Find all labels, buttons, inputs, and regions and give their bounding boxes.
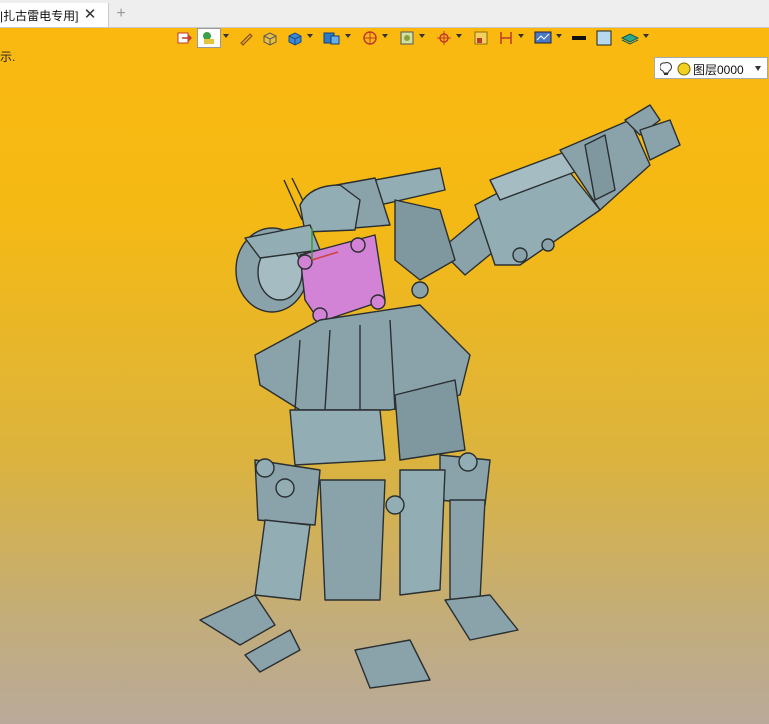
close-tab-icon[interactable]: ✕ [82,5,98,25]
shoulder-armor [374,167,446,206]
layer-stack-dropdown[interactable] [643,34,649,38]
screen-icon[interactable] [533,28,553,48]
document-tab[interactable]: |扎古雷电专用] ✕ [0,3,109,27]
sphere-dropdown[interactable] [382,34,388,38]
tab-title: |扎古雷电专用] [0,8,79,23]
leg-right [449,499,486,601]
layer-select[interactable]: 图层0000 [654,57,768,79]
render-icon[interactable] [397,28,417,48]
filter-icon[interactable] [197,28,221,48]
color-swatch-icon[interactable] [594,28,614,48]
line-style-icon[interactable] [569,28,589,48]
antenna [283,179,303,221]
measure-icon[interactable] [496,28,516,48]
filter-dropdown[interactable] [223,34,229,38]
leg-right-inner [399,469,446,596]
tab-bar: |扎古雷电专用] ✕ + [0,0,769,28]
box-blue-icon[interactable] [285,28,305,48]
chevron-down-icon [755,66,761,71]
crosshair-icon[interactable] [434,28,454,48]
leg-center [319,479,386,601]
robot-model[interactable] [0,28,769,724]
sphere-icon[interactable] [360,28,380,48]
layer-select-value: 图层0000 [693,63,744,77]
layer-stack-icon[interactable] [620,28,640,48]
foot-left [199,594,276,646]
measure-dropdown[interactable] [518,34,524,38]
waist [289,409,386,466]
crosshair-dropdown[interactable] [456,34,462,38]
new-tab-button[interactable]: + [112,3,130,25]
foot-right [444,594,519,641]
foot-center [354,639,431,689]
display-dropdown[interactable] [345,34,351,38]
box-dropdown[interactable] [307,34,313,38]
display-icon[interactable] [322,28,342,48]
exit-icon[interactable] [174,28,194,48]
bulb-icon [660,62,691,76]
leg-left [254,519,311,601]
3d-viewport[interactable]: 示. 图层0000 [0,28,769,724]
frame-icon[interactable] [471,28,491,48]
screen-dropdown[interactable] [556,34,562,38]
box-yellow-icon[interactable] [260,28,280,48]
pen-icon[interactable] [236,28,256,48]
render-dropdown[interactable] [419,34,425,38]
